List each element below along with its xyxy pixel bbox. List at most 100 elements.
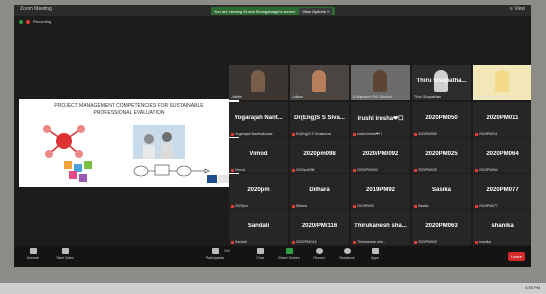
participant-display-name: 2020/PM/116	[301, 223, 338, 229]
participant-tile[interactable]: Dilhara Dilhara	[290, 174, 349, 209]
view-button[interactable]: ≡ View	[510, 6, 525, 12]
participant-tile[interactable]: 2019PM92 2019PM92	[351, 174, 410, 209]
video-tile[interactable]: Thiru Sivapatha... Thiru Sivapatham	[412, 65, 471, 100]
mic-muted-icon	[475, 132, 478, 136]
participant-name-text: 2020PM025	[418, 168, 437, 172]
apps-button[interactable]: Apps	[360, 248, 390, 260]
participant-name-label: Sasika	[414, 204, 429, 208]
view-options-button[interactable]: View Options ˅	[299, 7, 333, 15]
network-diagram-image	[43, 125, 85, 158]
participant-name-label: 2019PM92	[353, 204, 374, 208]
participant-name-text: 2020PM064	[479, 168, 498, 172]
participant-tile[interactable]: 2020/PM/092 2020/PM/092	[351, 138, 410, 173]
participant-display-name: Thiru Sivapatha...	[416, 78, 467, 84]
participant-tile[interactable]: 2020PM050 2020PM050	[412, 102, 471, 137]
participant-name-text: Vimod	[235, 168, 245, 172]
participant-video	[251, 70, 265, 92]
mic-muted-icon	[414, 240, 417, 244]
participant-name-label: Juliane	[292, 95, 303, 99]
participant-display-name: Dilhara	[309, 187, 330, 193]
participant-display-name: 2020PM011	[486, 115, 519, 121]
participant-name-label: 2020PM025	[414, 168, 437, 172]
video-tile[interactable]: A.Wijeratne PhD Student	[351, 65, 410, 100]
participant-name-label: 2020PM063	[414, 240, 437, 244]
participant-display-name: 2020/PM/092	[362, 151, 399, 157]
mic-muted-icon	[353, 168, 356, 172]
participant-display-name: Sandali	[247, 223, 270, 229]
video-tile[interactable]: Kirangamage Shiroma	[473, 65, 531, 100]
participant-name-text: Juliette	[231, 95, 243, 99]
leave-button[interactable]: Leave	[508, 252, 525, 261]
participant-name-text: 2020pm	[235, 204, 248, 208]
participant-name-text: Dr(Eng)S S Sivakumar	[296, 132, 332, 136]
participant-name-text: Thirukanesh sha...	[357, 240, 386, 244]
participant-display-name: 2020PM063	[425, 223, 458, 229]
participant-tile[interactable]: 2020pm 2020pm	[229, 174, 288, 209]
participant-tile[interactable]: Thirukanesh sha... Thirukanesh sha...	[351, 210, 410, 245]
participant-tile[interactable]: shanika shanika	[473, 210, 531, 245]
team-photo-image	[133, 125, 185, 159]
colorful-icons-image	[64, 161, 92, 182]
participant-tile[interactable]: Dr(Eng)S S Siva... Dr(Eng)S S Sivakumar	[290, 102, 349, 137]
participant-tile[interactable]: Yogarajah Nant... Yogarajah Nanthakumar	[229, 102, 288, 137]
reactions-button[interactable]: Reactions	[332, 248, 362, 260]
slide-illustrations	[43, 125, 232, 183]
participant-name-label: Vimod	[231, 168, 245, 172]
mic-muted-icon	[231, 204, 234, 208]
participant-display-name: Thirukanesh sha...	[354, 223, 407, 229]
start-video-button[interactable]: Start Video	[50, 248, 80, 260]
mic-muted-icon	[414, 204, 417, 208]
participant-name-label: Yogarajah Nanthakumar	[231, 132, 273, 136]
window-title: Zoom Meeting	[20, 6, 52, 12]
share-screen-button[interactable]: Share Screen	[274, 248, 304, 260]
participant-tile[interactable]: 2020pm098 2020pm098	[290, 138, 349, 173]
participant-tile[interactable]: Sandali Sandali	[229, 210, 288, 245]
participant-name-label: Juliette	[231, 95, 242, 99]
participant-tile[interactable]: 2020PM011 2020PM011	[473, 102, 531, 137]
unmute-button[interactable]: Unmute	[18, 248, 48, 260]
participant-display-name: Yogarajah Nant...	[234, 115, 283, 121]
chat-button[interactable]: Chat	[245, 248, 275, 260]
participant-name-label: Thirukanesh sha...	[353, 240, 386, 244]
mic-muted-icon	[353, 240, 356, 244]
participant-name-label: 2020pm098	[292, 168, 315, 172]
participant-name-text: Kirangamage Shiroma	[475, 95, 510, 99]
video-tile[interactable]: Juliette	[229, 65, 288, 100]
participant-tile[interactable]: Vimod Vimod	[229, 138, 288, 173]
mic-muted-icon	[475, 240, 478, 244]
apps-label: Apps	[371, 256, 379, 260]
participant-name-text: 2020pm098	[296, 168, 315, 172]
recording-indicator: Recording	[14, 17, 531, 26]
participant-tile[interactable]: 2020PM064 2020PM064	[473, 138, 531, 173]
participant-display-name: 2020PM050	[425, 115, 458, 121]
participant-name-text: shanika	[479, 240, 492, 244]
participant-name-label: 2020pm	[231, 204, 248, 208]
participant-tile[interactable]: irushi iresha❤☐ irushi iresha❤☐	[351, 102, 410, 137]
participant-video	[312, 70, 326, 92]
participant-name-label: Dilhara	[292, 204, 307, 208]
mic-muted-icon	[231, 168, 234, 172]
security-shield-icon[interactable]	[19, 19, 23, 24]
participant-tile[interactable]: 2020PM025 2020PM025	[412, 138, 471, 173]
participant-name-label: 2020PM064	[475, 168, 498, 172]
participant-name-text: 2020PM063	[418, 240, 437, 244]
participant-tile[interactable]: 2020PM077 2020PM077	[473, 174, 531, 209]
participant-tile[interactable]: 2020/PM/116 2020/PM/116	[290, 210, 349, 245]
participant-tile[interactable]: Sasika Sasika	[412, 174, 471, 209]
record-button[interactable]: Record	[304, 248, 334, 260]
participant-grid: Juliette Juliane A.Wijeratne PhD Student Th…	[229, 65, 531, 253]
participant-name-text: Yogarajah Nanthakumar	[235, 132, 273, 136]
participant-display-name: 2020PM025	[425, 151, 458, 157]
participant-tile[interactable]: 2020PM063 2020PM063	[412, 210, 471, 245]
shared-screen: PROJECT MANAGEMENT COMPETENCIES FOR SUST…	[19, 99, 239, 187]
participant-name-label: Kirangamage Shiroma	[475, 95, 510, 99]
screen-share-banner: You are viewing Sr.sha Kirangamage's scr…	[211, 7, 336, 15]
participant-name-label: Thiru Sivapatham	[414, 95, 441, 99]
participant-name-label: Sandali	[231, 240, 247, 244]
record-label: Record	[313, 256, 325, 260]
video-tile[interactable]: Juliane	[290, 65, 349, 100]
participant-name-label: 2020/PM/116	[292, 240, 317, 244]
meeting-toolbar: Unmute Start Video Participants 104 Chat…	[14, 246, 531, 267]
share-screen-label: Share Screen	[278, 256, 300, 260]
mic-muted-icon	[292, 240, 295, 244]
